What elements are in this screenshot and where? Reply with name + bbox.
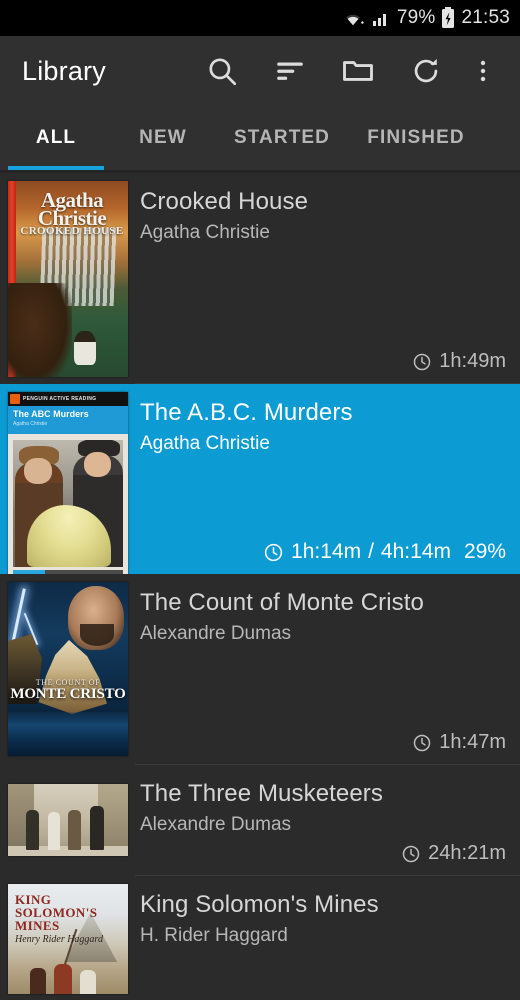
- app-toolbar: Library: [0, 36, 520, 106]
- folder-icon[interactable]: [324, 37, 392, 105]
- cover-title-line1: Agatha Christie: [37, 188, 107, 230]
- cellular-signal-icon: [371, 8, 391, 28]
- toolbar-actions: [188, 37, 506, 105]
- overflow-menu-icon[interactable]: [460, 37, 506, 105]
- cover-figure: [90, 806, 104, 850]
- cover-figure: [26, 810, 39, 850]
- book-cover[interactable]: KING SOLOMON'S MINES Henry Rider Haggard: [0, 876, 128, 994]
- book-list: Agatha Christie CROOKED HOUSE Crooked Ho…: [0, 173, 520, 994]
- book-duration-label: 24h:21m: [428, 842, 506, 864]
- clock-icon: [263, 542, 284, 563]
- tab-new-label: NEW: [139, 127, 187, 148]
- book-title: King Solomon's Mines: [140, 891, 379, 918]
- book-elapsed-label: 1h:14m: [291, 540, 362, 563]
- book-percent-label: 29%: [463, 540, 506, 563]
- cover-title-line1: KING SOLOMON'S MINES: [15, 892, 98, 933]
- list-item[interactable]: PENGUIN ACTIVE READING The ABC Murders A…: [0, 384, 520, 580]
- book-author: Agatha Christie: [140, 222, 270, 243]
- face-shape: [24, 458, 52, 484]
- cover-title-line2: Agatha Christie: [13, 421, 48, 427]
- book-meta: King Solomon's Mines H. Rider Haggard: [128, 876, 520, 991]
- three-musketeers-cover-art: [8, 784, 128, 856]
- book-duration: 24h:21m: [401, 842, 506, 865]
- face-shape: [84, 452, 111, 477]
- book-title: The A.B.C. Murders: [140, 399, 353, 426]
- battery-charging-icon: [441, 7, 455, 29]
- tab-finished[interactable]: FINISHED: [346, 106, 486, 170]
- tab-all-label: ALL: [35, 127, 77, 148]
- cover-figure: [30, 968, 46, 994]
- cover-figure: [80, 970, 96, 994]
- cover-figure: [54, 964, 72, 994]
- book-author: Agatha Christie: [140, 433, 270, 454]
- library-screen: 79% 21:53 Library ALL NEW STARTED FINISH…: [0, 0, 520, 1000]
- page-title: Library: [22, 55, 106, 86]
- book-duration-label: 1h:49m: [439, 350, 506, 372]
- book-duration-label: 4h:14m: [380, 540, 451, 563]
- book-author: Alexandre Dumas: [140, 814, 292, 835]
- book-meta: Crooked House Agatha Christie 1h:49m: [128, 173, 520, 383]
- king-solomons-mines-cover-art: KING SOLOMON'S MINES Henry Rider Haggard: [8, 884, 128, 994]
- book-title: The Count of Monte Cristo: [140, 589, 424, 616]
- battery-percent-label: 79%: [396, 7, 436, 28]
- cover-title-line2: MONTE CRISTO: [10, 686, 126, 702]
- book-cover[interactable]: [0, 765, 128, 875]
- wifi-icon: [341, 8, 365, 28]
- list-item[interactable]: KING SOLOMON'S MINES Henry Rider Haggard…: [0, 876, 520, 994]
- book-progress-info: 1h:14m / 4h:14m 29%: [263, 540, 506, 564]
- book-cover[interactable]: Agatha Christie CROOKED HOUSE: [0, 173, 128, 383]
- duration-separator: /: [368, 540, 374, 563]
- clock-icon: [412, 352, 432, 372]
- cover-figure: [48, 812, 60, 850]
- tab-started[interactable]: STARTED: [218, 106, 346, 170]
- cover-imprint-bar: PENGUIN ACTIVE READING: [8, 392, 128, 406]
- refresh-icon[interactable]: [392, 37, 460, 105]
- book-meta: The Three Musketeers Alexandre Dumas 24h…: [128, 765, 520, 875]
- cover-title-band: The ABC Murders Agatha Christie: [8, 406, 128, 434]
- cover-title-line2: Henry Rider Haggard: [15, 934, 103, 945]
- book-duration-label: 1h:47m: [439, 731, 506, 753]
- cover-title-line2: CROOKED HOUSE: [20, 225, 124, 237]
- tab-finished-label: FINISHED: [367, 127, 465, 148]
- list-item[interactable]: Agatha Christie CROOKED HOUSE Crooked Ho…: [0, 173, 520, 383]
- beard-shape: [80, 624, 114, 646]
- book-duration: 1h:49m: [412, 350, 506, 373]
- tab-started-label: STARTED: [233, 127, 330, 148]
- clock-icon: [412, 733, 432, 753]
- crooked-house-cover-art: Agatha Christie CROOKED HOUSE: [8, 181, 128, 377]
- abc-murders-cover-art: PENGUIN ACTIVE READING The ABC Murders A…: [8, 392, 128, 580]
- tab-new[interactable]: NEW: [108, 106, 218, 170]
- book-cover[interactable]: PENGUIN ACTIVE READING The ABC Murders A…: [0, 384, 128, 580]
- book-duration: 1h:47m: [412, 731, 506, 754]
- clock-icon: [401, 844, 421, 864]
- sea-shape: [8, 712, 128, 756]
- cover-figure: [74, 331, 97, 365]
- status-bar: 79% 21:53: [0, 0, 520, 36]
- tab-bar: ALL NEW STARTED FINISHED: [0, 106, 520, 170]
- monte-cristo-cover-art: THE COUNT OF MONTE CRISTO: [8, 582, 128, 756]
- book-title: The Three Musketeers: [140, 780, 383, 807]
- cover-imprint-label: PENGUIN ACTIVE READING: [23, 396, 97, 402]
- book-author: H. Rider Haggard: [140, 925, 288, 946]
- clock-label: 21:53: [461, 7, 510, 28]
- penguin-logo-icon: [10, 394, 20, 404]
- book-cover[interactable]: THE COUNT OF MONTE CRISTO: [0, 574, 128, 764]
- book-meta: The Count of Monte Cristo Alexandre Duma…: [128, 574, 520, 764]
- cover-artwork: Agatha Christie CROOKED HOUSE: [8, 181, 128, 377]
- book-author: Alexandre Dumas: [140, 623, 292, 644]
- tab-all[interactable]: ALL: [4, 106, 108, 170]
- cover-figure: [68, 810, 81, 850]
- book-meta: The A.B.C. Murders Agatha Christie 1h:14…: [128, 384, 520, 574]
- cover-title-line1: The ABC Murders: [13, 409, 89, 419]
- sort-icon[interactable]: [256, 37, 324, 105]
- cover-artwork: [13, 440, 123, 567]
- book-title: Crooked House: [140, 188, 309, 215]
- search-icon[interactable]: [188, 37, 256, 105]
- list-item[interactable]: The Three Musketeers Alexandre Dumas 24h…: [0, 765, 520, 875]
- list-item[interactable]: THE COUNT OF MONTE CRISTO The Count of M…: [0, 574, 520, 764]
